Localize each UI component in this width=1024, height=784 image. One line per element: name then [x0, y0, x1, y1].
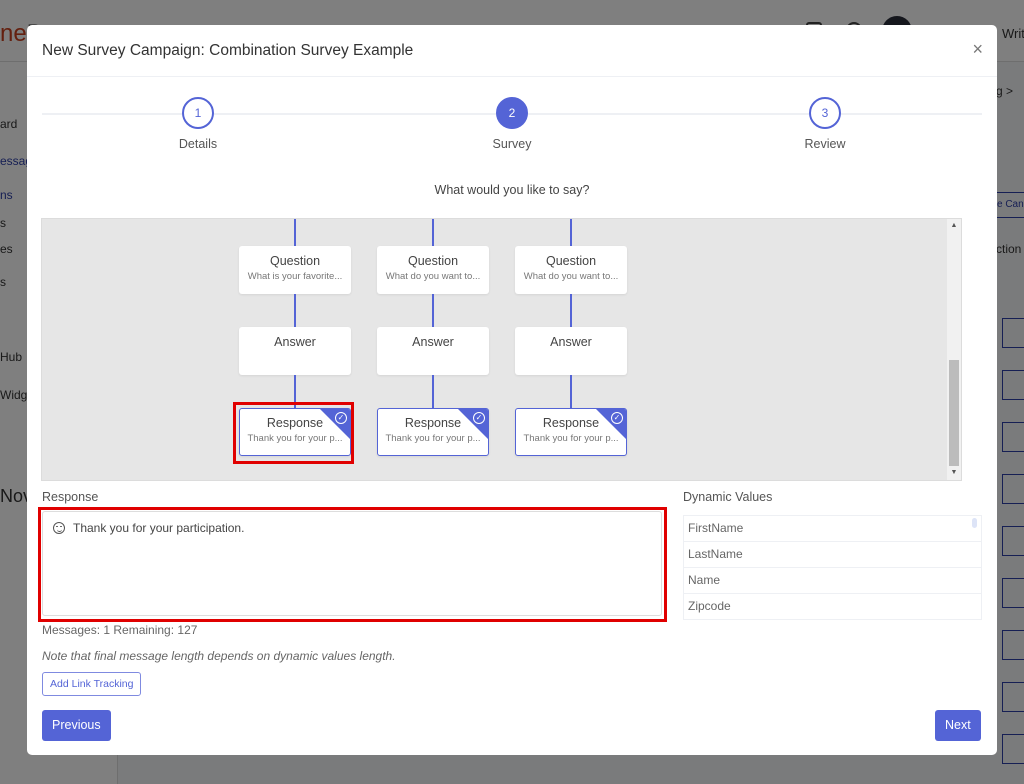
question-node[interactable]: Question What do you want to...	[515, 246, 627, 294]
dynamic-values-scrollbar[interactable]	[972, 518, 977, 528]
node-subtitle: What do you want to...	[523, 271, 619, 282]
node-title: Answer	[274, 335, 316, 349]
length-note: Note that final message length depends o…	[42, 649, 396, 663]
question-node[interactable]: Question What is your favorite...	[239, 246, 351, 294]
step-label: Details	[178, 137, 218, 151]
modal-header: New Survey Campaign: Combination Survey …	[27, 25, 997, 77]
dynamic-value-item[interactable]: LastName	[684, 542, 981, 568]
scroll-thumb[interactable]	[949, 360, 959, 466]
close-icon[interactable]: ×	[972, 39, 983, 59]
step-number: 3	[809, 97, 841, 129]
add-link-tracking-button[interactable]: Add Link Tracking	[42, 672, 142, 696]
connector-line	[570, 219, 572, 247]
selection-highlight	[233, 402, 354, 464]
connector-line	[432, 219, 434, 247]
dynamic-values-list: FirstName LastName Name Zipcode	[683, 515, 982, 620]
response-label: Response	[42, 490, 99, 504]
node-title: Question	[269, 254, 321, 268]
connector-line	[294, 219, 296, 247]
scroll-up-icon[interactable]: ▲	[947, 219, 961, 233]
node-title: Question	[545, 254, 597, 268]
connector-line	[570, 294, 572, 328]
connector-line	[432, 294, 434, 328]
check-circle-icon: ✓	[473, 412, 485, 424]
next-button[interactable]: Next	[935, 710, 981, 741]
node-subtitle: What do you want to...	[385, 271, 481, 282]
answer-node[interactable]: Answer	[239, 327, 351, 375]
prompt-text: What would you like to say?	[434, 183, 590, 197]
modal-title: New Survey Campaign: Combination Survey …	[42, 42, 414, 59]
survey-flow-canvas[interactable]: Question What is your favorite... Answer…	[41, 218, 962, 481]
dynamic-value-item[interactable]: Zipcode	[684, 594, 981, 619]
message-count: Messages: 1 Remaining: 127	[42, 623, 198, 637]
step-details[interactable]: 1 Details	[148, 97, 248, 151]
check-circle-icon: ✓	[611, 412, 623, 424]
step-label: Review	[804, 137, 846, 151]
question-node[interactable]: Question What do you want to...	[377, 246, 489, 294]
response-node[interactable]: ✓ Response Thank you for your p...	[377, 408, 489, 456]
dynamic-values-label: Dynamic Values	[683, 490, 773, 504]
step-review[interactable]: 3 Review	[775, 97, 875, 151]
node-title: Question	[407, 254, 459, 268]
step-number: 2	[496, 97, 528, 129]
canvas-scrollbar[interactable]: ▲ ▼	[947, 219, 961, 480]
response-node[interactable]: ✓ Response Thank you for your p...	[515, 408, 627, 456]
connector-line	[294, 294, 296, 328]
scroll-down-icon[interactable]: ▼	[947, 466, 961, 480]
answer-node[interactable]: Answer	[377, 327, 489, 375]
stepper: 1 Details 2 Survey 3 Review	[42, 97, 982, 157]
step-label: Survey	[492, 137, 532, 151]
connector-line	[570, 375, 572, 409]
node-subtitle: What is your favorite...	[247, 271, 343, 282]
survey-campaign-modal: New Survey Campaign: Combination Survey …	[27, 25, 997, 755]
dynamic-value-item[interactable]: FirstName	[684, 516, 981, 542]
previous-button[interactable]: Previous	[42, 710, 111, 741]
textarea-highlight	[38, 507, 667, 622]
node-title: Answer	[550, 335, 592, 349]
answer-node[interactable]: Answer	[515, 327, 627, 375]
step-number: 1	[182, 97, 214, 129]
step-survey[interactable]: 2 Survey	[462, 97, 562, 151]
node-title: Answer	[412, 335, 454, 349]
connector-line	[432, 375, 434, 409]
dynamic-value-item[interactable]: Name	[684, 568, 981, 594]
